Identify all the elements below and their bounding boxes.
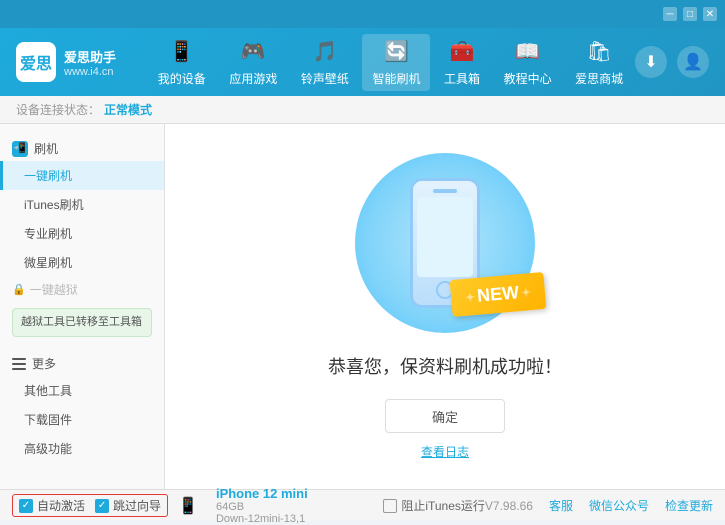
close-button[interactable]: ✕ <box>703 7 717 21</box>
maximize-button[interactable]: □ <box>683 7 697 21</box>
phone-illustration: ✦ ✦ ✦ ✦ NEW ✦ <box>345 153 545 333</box>
sidebar-more-section: 更多 <box>0 351 164 376</box>
titlebar: ─ □ ✕ <box>0 0 725 28</box>
nav-my-device-label: 我的设备 <box>158 70 206 87</box>
sparkle-icon-2: ✦ <box>507 158 520 178</box>
content-area: ✦ ✦ ✦ ✦ NEW ✦ 恭喜您，保资料刷机成功啦！ 确定 查看日志 <box>165 124 725 489</box>
flash-section-icon: 📲 <box>12 141 28 157</box>
sidebar-item-repair-flash[interactable]: 微星刷机 <box>0 248 164 277</box>
stop-itunes-label: 阻止iTunes运行 <box>401 497 485 514</box>
logo-icon: 爱思 <box>20 50 52 74</box>
main-area: 📲 刷机 一键刷机 iTunes刷机 专业刷机 微星刷机 🔒 一键越狱 越狱工具… <box>0 124 725 489</box>
user-button[interactable]: 👤 <box>677 46 709 78</box>
logo: 爱思 爱思助手 www.i4.cn <box>16 42 126 82</box>
minimize-button[interactable]: ─ <box>663 7 677 21</box>
logo-title: 爱思助手 <box>64 47 116 66</box>
view-daily-link[interactable]: 查看日志 <box>421 443 469 460</box>
status-label: 设备连接状态： <box>16 101 100 118</box>
stop-itunes-checkbox[interactable] <box>383 499 397 513</box>
sparkle-icon-1: ✦ <box>365 163 378 183</box>
toolbox-icon: 🧰 <box>448 38 476 66</box>
logo-site: www.i4.cn <box>64 66 116 78</box>
sidebar-notice: 越狱工具已转移至工具箱 <box>12 308 152 337</box>
nav-toolbox-label: 工具箱 <box>444 70 480 87</box>
nav-tutorial[interactable]: 📖 教程中心 <box>494 34 562 91</box>
auto-activate-item: ✓ 自动激活 <box>19 497 85 514</box>
stop-itunes-area: 阻止iTunes运行 <box>375 497 485 514</box>
device-icon: 📱 <box>168 38 196 66</box>
sidebar-item-one-click-flash[interactable]: 一键刷机 <box>0 161 164 190</box>
nav-apps[interactable]: 🎮 应用游戏 <box>219 34 287 91</box>
sidebar-item-download-firmware[interactable]: 下载固件 <box>0 405 164 434</box>
bottom-bar: ✓ 自动激活 ✓ 跳过向导 📱 iPhone 12 mini 64GB Down… <box>0 489 725 521</box>
nav-tutorial-label: 教程中心 <box>504 70 552 87</box>
smart-store-icon: 🔄 <box>382 38 410 66</box>
device-info: iPhone 12 mini 64GB Down-12mini-13,1 <box>216 486 308 525</box>
device-phone-icon: 📱 <box>178 496 198 516</box>
sidebar-flash-section: 📲 刷机 <box>0 136 164 161</box>
phone-screen <box>417 197 473 277</box>
service-link[interactable]: 客服 <box>549 497 573 514</box>
auto-activate-checkbox[interactable]: ✓ <box>19 499 33 513</box>
status-value: 正常模式 <box>104 101 152 118</box>
header-right: ⬇ 👤 <box>635 46 709 78</box>
sidebar: 📲 刷机 一键刷机 iTunes刷机 专业刷机 微星刷机 🔒 一键越狱 越狱工具… <box>0 124 165 489</box>
wechat-link[interactable]: 微信公众号 <box>589 497 649 514</box>
download-button[interactable]: ⬇ <box>635 46 667 78</box>
badge-star-right: ✦ <box>520 285 531 300</box>
sidebar-item-advanced[interactable]: 高级功能 <box>0 434 164 463</box>
more-lines-icon <box>12 358 26 370</box>
wallpaper-icon: 🎵 <box>311 38 339 66</box>
skip-wizard-label: 跳过向导 <box>113 497 161 514</box>
nav-bar: 📱 我的设备 🎮 应用游戏 🎵 铃声壁纸 🔄 智能刷机 🧰 工具箱 📖 教程中心… <box>146 34 635 91</box>
sidebar-item-itunes-flash[interactable]: iTunes刷机 <box>0 190 164 219</box>
nav-toolbox[interactable]: 🧰 工具箱 <box>434 34 490 91</box>
skip-wizard-item: ✓ 跳过向导 <box>95 497 161 514</box>
nav-my-device[interactable]: 📱 我的设备 <box>148 34 216 91</box>
sidebar-flash-label: 刷机 <box>34 140 58 157</box>
sidebar-item-pro-flash[interactable]: 专业刷机 <box>0 219 164 248</box>
skip-wizard-checkbox[interactable]: ✓ <box>95 499 109 513</box>
nav-store[interactable]: 🛍 爱思商城 <box>565 34 633 91</box>
header: 爱思 爱思助手 www.i4.cn 📱 我的设备 🎮 应用游戏 🎵 铃声壁纸 🔄… <box>0 28 725 96</box>
new-badge: ✦ NEW ✦ <box>449 272 546 317</box>
nav-wallpaper[interactable]: 🎵 铃声壁纸 <box>291 34 359 91</box>
bottom-right: V7.98.66 客服 微信公众号 检查更新 <box>485 497 713 514</box>
check-update-link[interactable]: 检查更新 <box>665 497 713 514</box>
apps-icon: 🎮 <box>239 38 267 66</box>
confirm-button[interactable]: 确定 <box>385 399 505 433</box>
tutorial-icon: 📖 <box>514 38 542 66</box>
nav-wallpaper-label: 铃声壁纸 <box>301 70 349 87</box>
sidebar-item-other-tools[interactable]: 其他工具 <box>0 376 164 405</box>
status-bar: 设备连接状态： 正常模式 <box>0 96 725 124</box>
locked-label: 一键越狱 <box>30 281 78 298</box>
nav-smart-store[interactable]: 🔄 智能刷机 <box>362 34 430 91</box>
success-message: 恭喜您，保资料刷机成功啦！ <box>328 353 562 379</box>
lock-icon: 🔒 <box>12 283 26 296</box>
nav-store-label: 爱思商城 <box>575 70 623 87</box>
store-icon: 🛍 <box>585 38 613 66</box>
version-label: V7.98.66 <box>485 499 533 513</box>
checkbox-area: ✓ 自动激活 ✓ 跳过向导 <box>12 494 168 517</box>
device-model: Down-12mini-13,1 <box>216 513 308 525</box>
badge-star-left: ✦ <box>464 290 475 305</box>
bottom-left: ✓ 自动激活 ✓ 跳过向导 📱 iPhone 12 mini 64GB Down… <box>12 486 375 525</box>
auto-activate-label: 自动激活 <box>37 497 85 514</box>
device-storage: 64GB <box>216 501 308 513</box>
sidebar-locked-jailbreak: 🔒 一键越狱 <box>0 277 164 302</box>
device-name: iPhone 12 mini <box>216 486 308 501</box>
phone-speaker <box>433 189 457 193</box>
nav-smart-store-label: 智能刷机 <box>372 70 420 87</box>
badge-text: NEW <box>476 282 520 307</box>
nav-apps-label: 应用游戏 <box>229 70 277 87</box>
sidebar-more-label: 更多 <box>32 355 56 372</box>
